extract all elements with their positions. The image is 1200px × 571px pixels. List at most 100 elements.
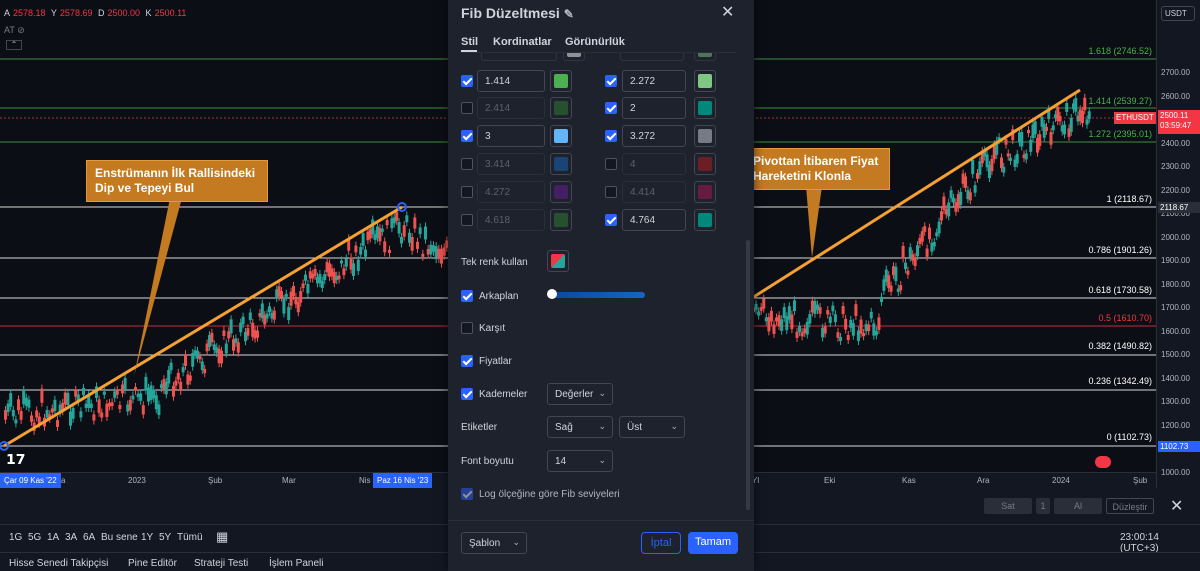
- level-color-swatch[interactable]: [694, 97, 716, 119]
- eye-off-icon[interactable]: ⊘: [17, 25, 25, 35]
- range-5y[interactable]: 5Y: [159, 532, 171, 543]
- level-color-swatch[interactable]: [563, 53, 585, 61]
- reverse-checkbox[interactable]: [461, 322, 473, 334]
- level-checkbox[interactable]: [605, 102, 617, 114]
- tab-style[interactable]: Stil: [461, 36, 478, 48]
- level-checkbox[interactable]: [461, 214, 473, 226]
- labels-vertical-select[interactable]: Üst ⌄: [619, 416, 685, 438]
- level-value-input[interactable]: 4.618: [477, 209, 545, 231]
- tab-visibility[interactable]: Görünürlük: [565, 36, 625, 48]
- level-checkbox[interactable]: [461, 186, 473, 198]
- level-checkbox[interactable]: [605, 130, 617, 142]
- levels-checkbox[interactable]: [461, 388, 473, 400]
- flag-icon[interactable]: [1095, 456, 1111, 468]
- level-checkbox[interactable]: [605, 75, 617, 87]
- level-color-swatch[interactable]: [694, 181, 716, 203]
- single-color-swatch[interactable]: [547, 250, 569, 272]
- cancel-button[interactable]: İptal: [641, 532, 681, 554]
- level-value-input[interactable]: 3.414: [477, 153, 545, 175]
- tab-stock-screener[interactable]: Hisse Senedi Takipçisi: [9, 558, 108, 569]
- buy-button[interactable]: Al: [1054, 498, 1102, 514]
- log-scale-checkbox[interactable]: [461, 488, 473, 500]
- edit-button[interactable]: Düzleştir: [1106, 498, 1154, 514]
- range-ytd[interactable]: Bu sene: [101, 532, 138, 543]
- swatch-color: [698, 74, 712, 88]
- candle-body: [56, 420, 59, 427]
- level-value-input[interactable]: [620, 53, 684, 61]
- level-checkbox[interactable]: [605, 158, 617, 170]
- font-size-select[interactable]: 14 ⌄: [547, 450, 613, 472]
- time-tick: Eki: [824, 476, 836, 485]
- fib-level-label: 0.786 (1901.26): [1088, 245, 1152, 255]
- close-icon[interactable]: ✕: [1170, 496, 1183, 516]
- range-3m[interactable]: 3A: [65, 532, 77, 543]
- template-select[interactable]: Şablon ⌄: [461, 532, 527, 554]
- level-checkbox[interactable]: [605, 214, 617, 226]
- level-checkbox[interactable]: [461, 75, 473, 87]
- level-checkbox[interactable]: [605, 186, 617, 198]
- opacity-slider[interactable]: [549, 292, 645, 298]
- tab-trading-panel[interactable]: İşlem Paneli: [269, 558, 323, 569]
- level-value-input[interactable]: [481, 53, 557, 61]
- background-checkbox[interactable]: [461, 290, 473, 302]
- opacity-slider-handle[interactable]: [547, 289, 557, 299]
- range-1y[interactable]: 1Y: [141, 532, 153, 543]
- candle-body: [188, 375, 192, 381]
- level-value-input[interactable]: 2.272: [622, 70, 686, 92]
- level-color-swatch[interactable]: [694, 70, 716, 92]
- callout-right[interactable]: Pivottan İtibaren Fiyat Hareketini Klonl…: [744, 148, 890, 190]
- range-1d[interactable]: 1G: [9, 532, 22, 543]
- sell-button[interactable]: Sat: [984, 498, 1032, 514]
- candle-body: [759, 307, 763, 311]
- level-value-input[interactable]: 4.764: [622, 209, 686, 231]
- prices-checkbox[interactable]: [461, 355, 473, 367]
- level-color-swatch[interactable]: [694, 209, 716, 231]
- tab-strategy-tester[interactable]: Strateji Testi: [194, 558, 248, 569]
- candle-body: [846, 335, 850, 341]
- level-color-swatch[interactable]: [550, 209, 572, 231]
- level-value-input[interactable]: 3.272: [622, 125, 686, 147]
- range-6m[interactable]: 6A: [83, 532, 95, 543]
- clock[interactable]: 23:00:14 (UTC+3): [1120, 532, 1200, 554]
- level-checkbox[interactable]: [461, 130, 473, 142]
- level-color-swatch[interactable]: [550, 97, 572, 119]
- level-color-swatch[interactable]: [694, 53, 716, 61]
- range-all[interactable]: Tümü: [177, 532, 203, 543]
- candle-body: [437, 248, 441, 259]
- level-value-input[interactable]: 2.414: [477, 97, 545, 119]
- tab-coordinates[interactable]: Kordinatlar: [493, 36, 552, 48]
- level-checkbox[interactable]: [461, 158, 473, 170]
- level-color-swatch[interactable]: [550, 153, 572, 175]
- level-color-swatch[interactable]: [694, 125, 716, 147]
- dialog-scrollbar[interactable]: [746, 240, 750, 510]
- level-color-swatch[interactable]: [694, 153, 716, 175]
- level-value-input[interactable]: 4.272: [477, 181, 545, 203]
- level-color-swatch[interactable]: [550, 125, 572, 147]
- currency-selector[interactable]: USDT: [1161, 6, 1195, 21]
- pencil-icon[interactable]: ✎: [564, 7, 574, 21]
- ok-button[interactable]: Tamam: [688, 532, 738, 554]
- level-value-input[interactable]: 2: [622, 97, 686, 119]
- tab-pine-editor[interactable]: Pine Editör: [128, 558, 177, 569]
- levels-select[interactable]: Değerler ⌄: [547, 383, 613, 405]
- candle-body: [426, 248, 430, 255]
- collapse-icon[interactable]: ⌃: [6, 40, 22, 50]
- at-indicator[interactable]: AT ⊘: [4, 25, 25, 36]
- chevron-down-icon: ⌄: [512, 537, 520, 547]
- labels-horizontal-select[interactable]: Sağ ⌄: [547, 416, 613, 438]
- level-value-input[interactable]: 3: [477, 125, 545, 147]
- calendar-icon[interactable]: ▦: [216, 529, 228, 545]
- level-value-input[interactable]: 4.414: [622, 181, 686, 203]
- dialog-close-icon[interactable]: ✕: [721, 2, 734, 22]
- range-1m[interactable]: 1A: [47, 532, 59, 543]
- range-5d[interactable]: 5G: [28, 532, 41, 543]
- level-color-swatch[interactable]: [550, 70, 572, 92]
- price-scale[interactable]: USDT 2700.002600.002500.002400.002300.00…: [1114, 0, 1200, 488]
- callout-left[interactable]: Enstrümanın İlk Rallisindeki Dip ve Tepe…: [86, 160, 268, 202]
- level-checkbox[interactable]: [461, 102, 473, 114]
- level-value-input[interactable]: 1.414: [477, 70, 545, 92]
- level-color-swatch[interactable]: [550, 181, 572, 203]
- level-value-input[interactable]: 4: [622, 153, 686, 175]
- price-tick: 1400.00: [1161, 373, 1190, 383]
- quantity-field[interactable]: 1: [1036, 498, 1050, 514]
